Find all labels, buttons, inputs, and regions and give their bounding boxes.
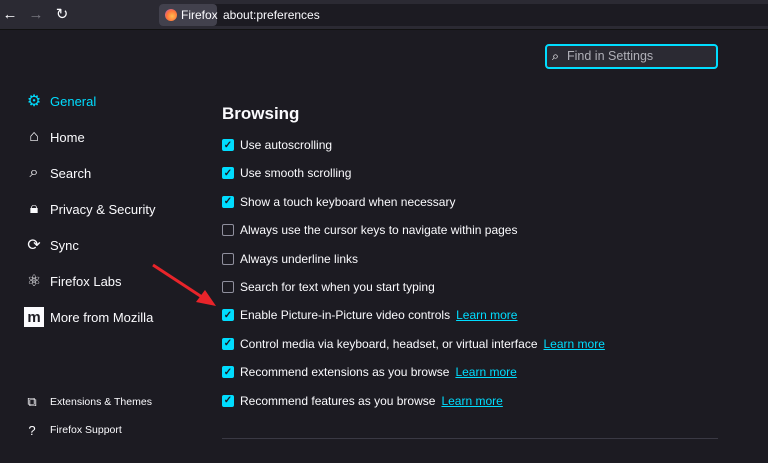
annotation-arrow <box>152 263 216 306</box>
